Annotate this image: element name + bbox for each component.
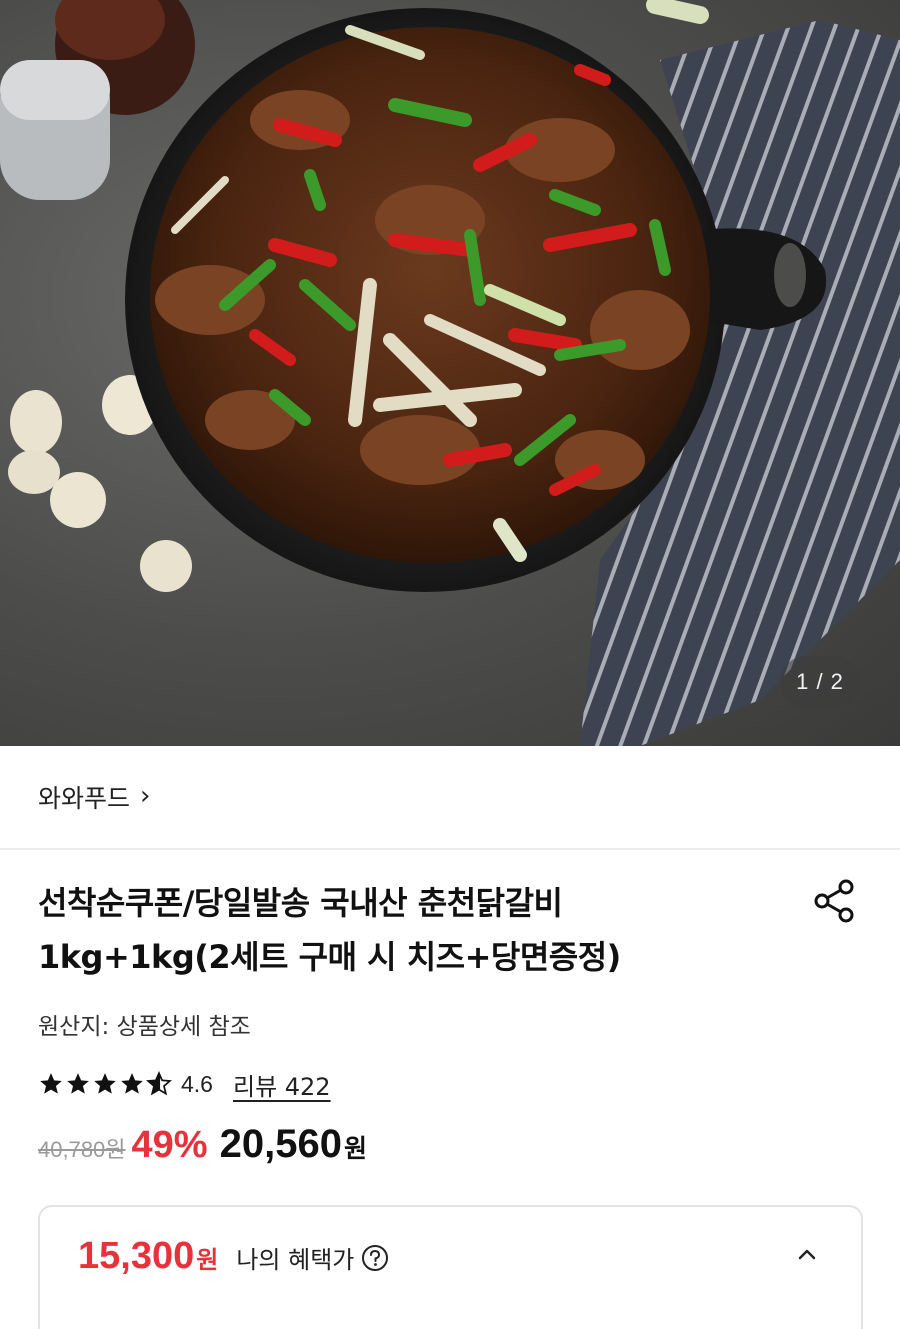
benefit-price-currency: 원 [196,1246,219,1274]
star-half-icon [146,1071,172,1096]
benefit-header: 15,300 원 나의 혜택가 [78,1235,390,1278]
sale-price-currency: 원 [343,1134,367,1163]
star-icon [94,1073,116,1094]
origin-info: 원산지: 상품상세 참조 [38,1014,251,1040]
benefit-label: 나의 혜택가 [236,1246,355,1274]
rating-value: 4.6 [181,1070,213,1097]
my-benefit-price-panel[interactable]: 15,300 원 나의 혜택가 [38,1205,863,1329]
product-title: 선착순쿠폰/당일발송 국내산 춘천닭갈비 1kg+1kg(2세트 구매 시 치즈… [38,876,758,984]
product-title-line1: 선착순쿠폰/당일발송 국내산 춘천닭갈비 [38,884,563,922]
seller-link[interactable]: 와와푸드 › [0,746,900,848]
product-photo [0,0,900,746]
original-price: 40,780원 [38,1137,126,1162]
star-icon [40,1073,62,1094]
chevron-up-icon[interactable] [797,1247,817,1261]
price-row: 40,780원 49% 20,560 원 [38,1122,367,1182]
section-divider [0,848,900,850]
product-image-carousel[interactable]: 1 / 2 [0,0,900,746]
rating-stars [38,1071,173,1097]
rating-row: 4.6 리뷰 422 [38,1066,331,1102]
chevron-right-icon: › [140,781,151,811]
image-page-counter: 1 / 2 [780,656,860,708]
discount-rate: 49% [131,1124,208,1166]
reviews-link[interactable]: 리뷰 422 [233,1067,331,1102]
seller-name: 와와푸드 [38,784,131,813]
share-icon[interactable] [810,876,860,926]
product-title-line2: 1kg+1kg(2세트 구매 시 치즈+당면증정) [38,938,621,976]
star-icon [121,1073,143,1094]
star-icon [67,1073,89,1094]
sale-price: 20,560 [219,1122,342,1166]
question-circle-icon[interactable] [360,1243,390,1273]
benefit-price: 15,300 [78,1235,195,1277]
